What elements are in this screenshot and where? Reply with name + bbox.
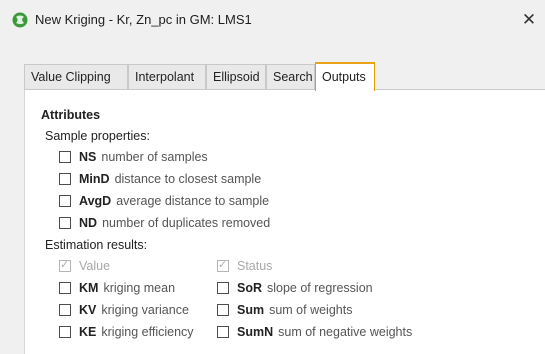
checkbox-row-mind[interactable]: MinD distance to closest sample (59, 171, 261, 187)
checkbox-row-kv[interactable]: KV kriging variance (59, 302, 189, 318)
output-desc: kriging efficiency (101, 325, 194, 339)
output-code: SoR (237, 281, 262, 295)
checkbox[interactable] (59, 151, 71, 163)
tab-search[interactable]: Search (266, 64, 315, 90)
output-desc: Status (237, 259, 273, 273)
checkbox-row-value: ✓ Value (59, 258, 110, 274)
tab-ellipsoid[interactable]: Ellipsoid (206, 64, 266, 90)
tab-interpolant[interactable]: Interpolant (128, 64, 206, 90)
output-code: AvgD (79, 194, 112, 208)
tab-outputs[interactable]: Outputs (315, 62, 375, 91)
checkbox[interactable] (217, 326, 229, 338)
output-code: NS (79, 150, 97, 164)
output-code: KE (79, 325, 97, 339)
output-desc: number of samples (101, 150, 208, 164)
output-desc: kriging variance (101, 303, 189, 317)
close-icon[interactable]: ✕ (519, 10, 539, 30)
checkbox-row-ns[interactable]: NS number of samples (59, 149, 208, 165)
output-code: MinD (79, 172, 110, 186)
outputs-panel: Attributes Sample properties: NS number … (24, 89, 545, 354)
checkbox[interactable] (59, 195, 71, 207)
tab-value-clipping[interactable]: Value Clipping (24, 64, 128, 90)
output-desc: Value (79, 259, 111, 273)
checkbox[interactable] (59, 304, 71, 316)
checkmark-icon: ✓ (218, 259, 228, 271)
tab-bar: Value Clipping Interpolant Ellipsoid Sea… (24, 62, 545, 91)
checkbox[interactable] (59, 282, 71, 294)
checkbox-row-status: ✓ Status (217, 258, 272, 274)
output-desc: kriging mean (103, 281, 176, 295)
checkbox: ✓ (217, 259, 229, 272)
output-code: Sum (237, 303, 265, 317)
attributes-heading: Attributes (41, 108, 101, 122)
checkbox-row-sumn[interactable]: SumN sum of negative weights (217, 324, 412, 340)
sample-properties-label: Sample properties: (45, 129, 150, 143)
checkbox-row-nd[interactable]: ND number of duplicates removed (59, 215, 270, 231)
output-desc: distance to closest sample (114, 172, 262, 186)
geo-app-icon (12, 12, 28, 28)
output-code: KM (79, 281, 99, 295)
window-title: New Kriging - Kr, Zn_pc in GM: LMS1 (35, 12, 252, 27)
output-desc: slope of regression (267, 281, 373, 295)
checkbox: ✓ (59, 259, 71, 272)
checkmark-icon: ✓ (60, 259, 70, 271)
output-desc: sum of negative weights (278, 325, 413, 339)
checkbox-row-sum[interactable]: Sum sum of weights (217, 302, 352, 318)
checkbox-row-avgd[interactable]: AvgD average distance to sample (59, 193, 269, 209)
output-code: ND (79, 216, 98, 230)
output-desc: average distance to sample (116, 194, 270, 208)
checkbox[interactable] (59, 217, 71, 229)
title-bar: New Kriging - Kr, Zn_pc in GM: LMS1 ✕ (0, 0, 545, 40)
estimation-results-label: Estimation results: (45, 238, 148, 252)
checkbox[interactable] (59, 326, 71, 338)
checkbox-row-ke[interactable]: KE kriging efficiency (59, 324, 194, 340)
checkbox[interactable] (217, 282, 229, 294)
output-code: KV (79, 303, 97, 317)
checkbox-row-sor[interactable]: SoR slope of regression (217, 280, 373, 296)
checkbox[interactable] (217, 304, 229, 316)
checkbox[interactable] (59, 173, 71, 185)
output-desc: number of duplicates removed (102, 216, 271, 230)
output-desc: sum of weights (269, 303, 353, 317)
checkbox-row-km[interactable]: KM kriging mean (59, 280, 175, 296)
output-code: SumN (237, 325, 274, 339)
